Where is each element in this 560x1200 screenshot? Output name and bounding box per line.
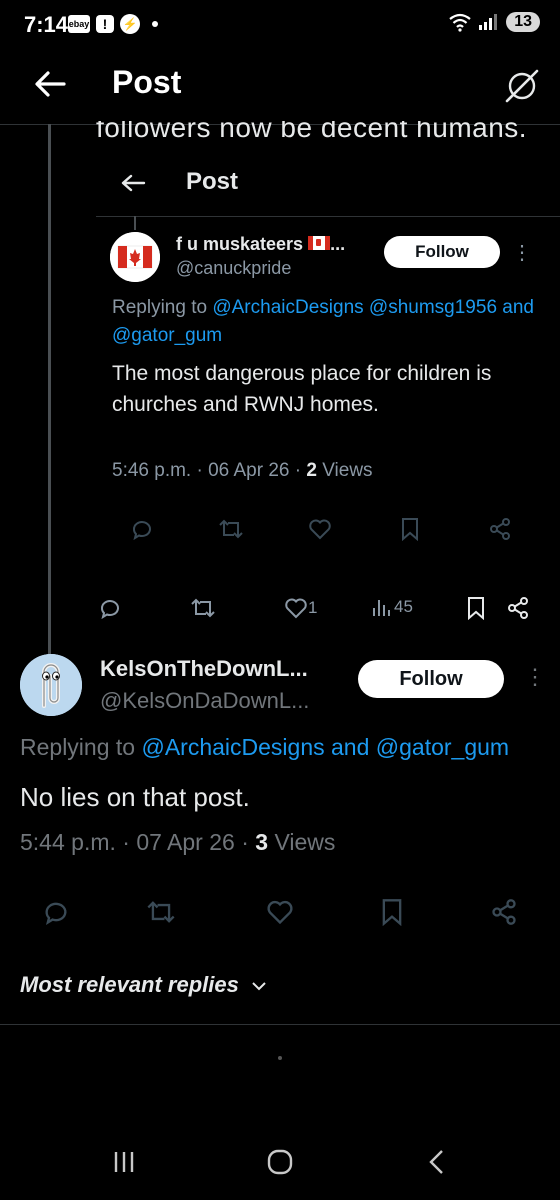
thread-connector-line bbox=[48, 124, 51, 654]
embedded-page-title: Post bbox=[186, 168, 239, 195]
embedded-like-icon bbox=[309, 519, 331, 540]
paperclip-avatar-icon[interactable] bbox=[20, 654, 82, 716]
embedded-author-name: f u muskateers ... bbox=[176, 234, 345, 255]
like-icon[interactable] bbox=[284, 596, 308, 620]
name-ellipsis: ... bbox=[330, 234, 346, 254]
reply-icon[interactable] bbox=[42, 898, 70, 926]
embedded-share-icon bbox=[490, 518, 510, 540]
views-chart-icon[interactable] bbox=[372, 596, 394, 618]
cut-off-text: followers now be decent humans. bbox=[96, 112, 528, 143]
like-icon[interactable] bbox=[266, 898, 294, 926]
embedded-more-options-icon: ⋮ bbox=[512, 242, 532, 264]
tweet-date[interactable]: 07 Apr 26 bbox=[136, 829, 234, 855]
embedded-avatar bbox=[110, 232, 160, 282]
views-label: Views bbox=[274, 829, 336, 855]
like-action[interactable]: 1 bbox=[284, 596, 317, 620]
embedded-author-name-text: f u muskateers bbox=[176, 234, 304, 254]
replying-and: and bbox=[502, 297, 534, 318]
notification-icons: ebay ! ⚡ bbox=[68, 14, 158, 34]
views-count: 3 bbox=[255, 829, 269, 855]
embedded-repost-icon bbox=[219, 519, 243, 539]
repost-icon[interactable] bbox=[146, 898, 176, 926]
messenger-notification-icon: ⚡ bbox=[120, 14, 140, 34]
embedded-author-handle: @canuckpride bbox=[176, 258, 292, 278]
more-notifications-dot bbox=[152, 21, 158, 27]
chevron-down-icon[interactable] bbox=[251, 980, 267, 992]
tweet-date: 06 Apr 26 bbox=[208, 460, 290, 481]
alert-notification-icon: ! bbox=[96, 15, 114, 33]
reply-icon[interactable] bbox=[98, 596, 122, 620]
replying-to-line: Replying to @ArchaicDesigns and @gator_g… bbox=[20, 734, 509, 761]
views-action[interactable]: 45 bbox=[372, 596, 413, 618]
embedded-tweet-body: The most dangerous place for children is… bbox=[112, 362, 492, 416]
recents-icon[interactable] bbox=[112, 1150, 136, 1174]
embedded-replying-to: Replying to @ArchaicDesigns @shumsg1956 … bbox=[112, 294, 542, 350]
author-avatar[interactable] bbox=[20, 654, 82, 716]
replying-prefix: Replying to bbox=[112, 297, 208, 318]
bookmark-icon[interactable] bbox=[466, 596, 486, 620]
like-count: 1 bbox=[308, 598, 318, 617]
embedded-follow-button: Follow bbox=[384, 236, 500, 268]
tweet-time[interactable]: 5:44 p.m. bbox=[20, 829, 116, 855]
embedded-reply-icon bbox=[133, 521, 151, 541]
share-icon[interactable] bbox=[490, 898, 518, 926]
repost-icon[interactable] bbox=[190, 596, 216, 620]
embedded-tweet-meta: 5:46 p.m. · 06 Apr 26 · 2 Views bbox=[112, 460, 373, 481]
mention-link: @shumsg1956 bbox=[368, 297, 498, 318]
tweet-time: 5:46 p.m. bbox=[112, 460, 192, 481]
system-status-icons: 13 bbox=[448, 12, 540, 32]
signal-icon bbox=[479, 14, 498, 30]
replies-divider bbox=[0, 1024, 560, 1025]
follow-button[interactable]: Follow bbox=[358, 660, 504, 698]
canada-flag-icon bbox=[110, 232, 160, 282]
mention-link: @gator_gum bbox=[112, 325, 223, 346]
nav-back-icon[interactable] bbox=[426, 1148, 446, 1176]
replies-sort-label[interactable]: Most relevant replies bbox=[20, 972, 239, 997]
ebay-notification-icon: ebay bbox=[68, 15, 90, 33]
grok-icon[interactable] bbox=[502, 66, 542, 106]
tweet-body: No lies on that post. bbox=[20, 782, 250, 812]
replying-to-mentions[interactable]: @ArchaicDesigns and @gator_gum bbox=[141, 734, 509, 760]
canada-flag-emoji-icon bbox=[308, 236, 331, 251]
loading-dot bbox=[278, 1056, 282, 1060]
bookmark-icon[interactable] bbox=[380, 898, 404, 926]
more-options-icon[interactable]: ⋮ bbox=[524, 664, 546, 690]
tweet-meta: 5:44 p.m. · 07 Apr 26 · 3 Views bbox=[20, 829, 336, 855]
author-name[interactable]: KelsOnTheDownL... bbox=[100, 656, 308, 682]
author-handle[interactable]: @KelsOnDaDownL... bbox=[100, 688, 309, 714]
replies-sort-dropdown[interactable]: Most relevant replies bbox=[20, 972, 267, 998]
status-time: 7:14 bbox=[24, 12, 69, 37]
views-count: 2 bbox=[306, 460, 317, 481]
views-label: Views bbox=[322, 460, 373, 481]
embedded-divider bbox=[96, 216, 560, 217]
embedded-back-arrow-icon bbox=[121, 174, 146, 192]
page-title: Post bbox=[112, 64, 182, 100]
embedded-thread-line bbox=[134, 216, 136, 230]
views-count: 45 bbox=[394, 597, 413, 616]
mention-link: @ArchaicDesigns bbox=[212, 297, 364, 318]
wifi-icon bbox=[449, 13, 471, 32]
back-arrow-icon[interactable] bbox=[30, 64, 70, 104]
embedded-bookmark-icon bbox=[402, 518, 418, 541]
replying-prefix: Replying to bbox=[20, 734, 136, 760]
battery-indicator: 13 bbox=[506, 12, 540, 32]
home-icon[interactable] bbox=[266, 1148, 294, 1176]
share-icon[interactable] bbox=[506, 596, 530, 620]
